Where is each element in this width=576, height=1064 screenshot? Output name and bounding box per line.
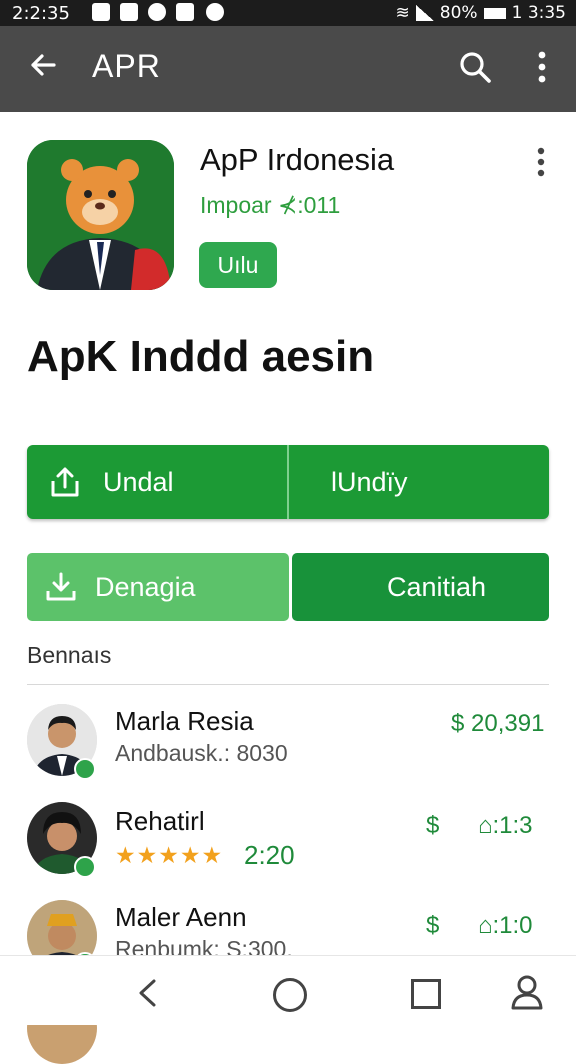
verified-check-icon <box>74 856 96 878</box>
list-item-name: Rehatirl <box>115 806 205 836</box>
nav-recents-icon[interactable] <box>411 979 441 1009</box>
dollar-icon: $ <box>426 912 440 939</box>
wifi-icon: ≋ <box>395 3 410 23</box>
rating-stars: ★★★★★ <box>115 842 224 868</box>
list-item-name: Maler Aenn <box>115 902 247 932</box>
app-name: ApP Irdonesia <box>200 142 395 177</box>
verified-check-icon <box>74 758 96 780</box>
section-divider <box>27 684 549 685</box>
arrow-left-icon[interactable] <box>28 50 58 80</box>
status-badge[interactable]: Uılu <box>199 242 277 288</box>
app-notification-icon <box>206 3 224 21</box>
download-button[interactable]: Denagia <box>27 553 289 621</box>
list-item-subtitle: Andbausk.: 8030 <box>115 740 288 766</box>
share-upload-icon <box>51 467 79 497</box>
download-icon <box>46 572 76 601</box>
app-bar: APR <box>0 26 576 112</box>
image-notification-icon <box>120 3 138 21</box>
section-title: Bennaıs <box>27 642 112 668</box>
status-bar: 2:2:35 ≋ 80% 1 3:35 <box>0 0 576 26</box>
primary-button-label: Canitiah <box>387 572 487 602</box>
upload-button-label: Undal <box>103 467 174 497</box>
secondary-button[interactable]: lUndïy <box>289 445 549 519</box>
battery-icon <box>483 7 506 19</box>
secondary-button-label: lUndïy <box>331 467 408 497</box>
status-right-group: ≋ 80% 1 3:35 <box>396 3 566 23</box>
shield-notification-icon <box>148 3 166 21</box>
nav-home-icon[interactable] <box>273 978 307 1012</box>
tiger-mascot-icon <box>27 140 174 290</box>
battery-percent: 80% <box>439 3 478 23</box>
list-item-value: ⌂:1:0 <box>478 912 533 939</box>
more-vert-icon[interactable] <box>532 50 552 84</box>
download-button-label: Denagia <box>95 572 196 602</box>
signal-icon <box>415 5 434 21</box>
app-bar-title: APR <box>92 48 161 84</box>
list-item[interactable]: Marla Resia Andbausk.: 8030 $ 20,391 <box>0 700 576 800</box>
status-time-right: 1 3:35 <box>511 3 566 23</box>
page-title: ApK Inddd aesin <box>27 332 375 381</box>
list-item[interactable]: Rehatirl ★★★★★ 2:20 $ ⌂:1:3 <box>0 800 576 900</box>
more-vert-icon[interactable] <box>532 146 550 178</box>
system-nav-bar <box>0 955 576 1025</box>
upload-button[interactable]: Undal <box>27 445 287 519</box>
list-item-name: Marla Resia <box>115 706 254 736</box>
list-item-value: ⌂:1:3 <box>478 812 533 839</box>
upload-split-button: Undal lUndïy <box>27 445 549 519</box>
app-icon[interactable] <box>27 140 174 290</box>
nav-back-icon[interactable] <box>136 978 158 1008</box>
app-subtitle: Impoar ⊀:011 <box>200 192 341 218</box>
dollar-icon: $ <box>426 812 440 839</box>
chat-notification-icon <box>176 3 194 21</box>
search-icon[interactable] <box>458 50 492 84</box>
profile-icon[interactable] <box>510 974 544 1010</box>
list-item-amount: $ 20,391 <box>451 710 545 737</box>
gmail-notification-icon <box>92 3 110 21</box>
rating-value: 2:20 <box>244 840 295 870</box>
primary-button[interactable]: Canitiah <box>292 553 549 621</box>
status-time: 2:2:35 <box>12 3 70 24</box>
